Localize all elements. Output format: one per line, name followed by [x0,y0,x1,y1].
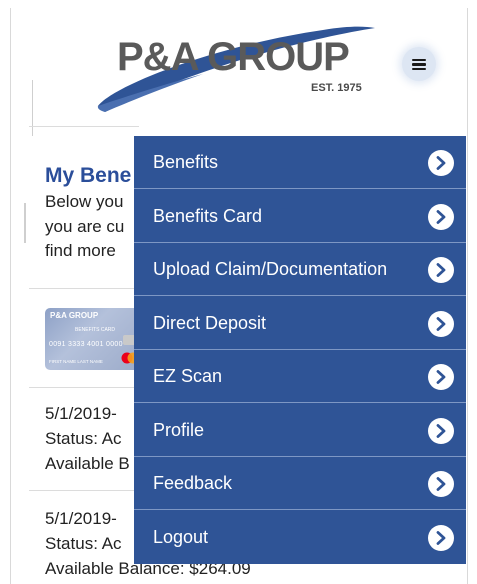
intro-line: Below you [45,192,124,211]
menu-item-label: Benefits Card [153,205,263,226]
menu-item-label: EZ Scan [153,366,223,386]
divider [29,288,139,289]
card-number: 0091 3333 4001 0000 [49,341,123,348]
entry-date: 5/1/2019- [45,509,117,528]
brand-est: EST. 1975 [311,82,362,94]
menu-item-label: Feedback [153,473,233,493]
intro-line: you are cu [45,217,125,236]
brand-name: P&A GROUP [117,35,350,79]
card-logo: P&A GROUP [50,311,99,320]
page-frame: P&A GROUP EST. 1975 My Bene Below you yo… [10,8,468,584]
section-title: My Bene [45,164,132,187]
entry-date: 5/1/2019- [45,404,117,423]
entry-status: Status: Ac [45,429,122,448]
divider [29,126,139,127]
menu-item-label: Profile [153,419,205,440]
chevron-right-icon[interactable] [428,203,454,230]
menu-item-upload-claim[interactable]: Upload Claim/Documentation [134,243,466,296]
menu-item-feedback[interactable]: Feedback [134,457,466,510]
menu-item-label: Logout [153,526,209,547]
chevron-right-icon[interactable] [428,257,454,283]
brand-logo[interactable]: P&A GROUP EST. 1975 [93,16,393,116]
nav-menu: Benefits Benefits Card Upload Claim/Docume… [134,136,466,564]
menu-item-benefits[interactable]: Benefits [134,136,466,189]
chevron-right-icon[interactable] [428,310,454,337]
card-name: FIRST NAME LAST NAME [49,359,103,364]
menu-item-benefits-card[interactable]: Benefits Card [134,190,466,243]
divider [29,490,139,491]
hamburger-icon [412,58,426,70]
menu-item-label: Benefits [153,152,219,172]
entry-balance: Available B [45,454,130,473]
chevron-right-icon[interactable] [428,150,454,176]
panel-edge [23,80,33,136]
menu-item-label: Upload Claim/Documentation [153,259,388,279]
menu-item-logout[interactable]: Logout [134,511,466,564]
intro-line: find more [45,241,116,260]
menu-item-label: Direct Deposit [153,312,267,333]
chevron-right-icon[interactable] [428,524,454,551]
menu-item-profile[interactable]: Profile [134,404,466,457]
divider [29,387,139,388]
menu-item-ez-scan[interactable]: EZ Scan [134,350,466,403]
menu-item-direct-deposit[interactable]: Direct Deposit [134,297,466,350]
chevron-right-icon[interactable] [428,471,454,497]
panel-edge [24,203,26,243]
chevron-right-icon[interactable] [428,364,454,390]
menu-toggle-button[interactable] [402,47,436,81]
entry-status: Status: Ac [45,534,122,553]
card-subtitle: BENEFITS CARD [75,327,116,333]
chevron-right-icon[interactable] [428,417,454,444]
